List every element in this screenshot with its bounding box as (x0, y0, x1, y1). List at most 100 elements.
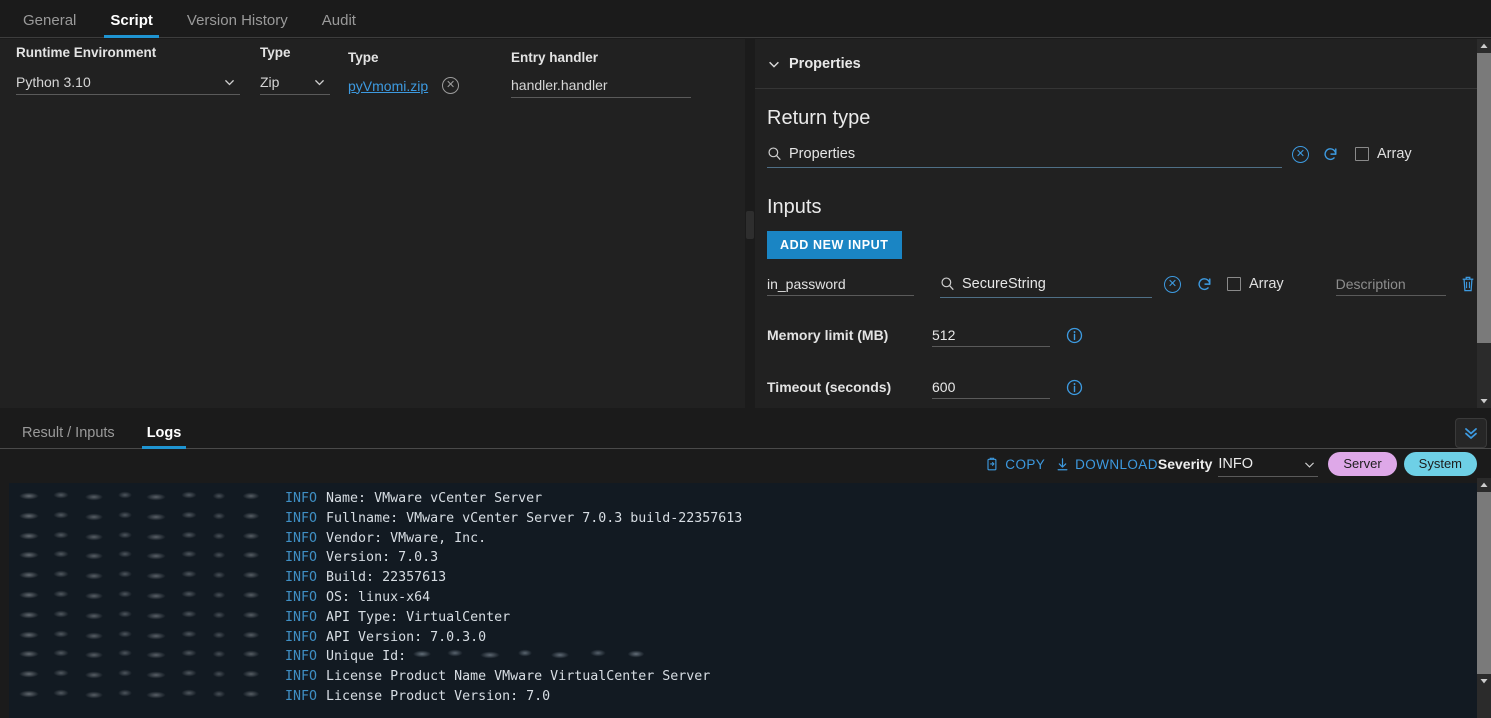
scroll-down-arrow[interactable] (1477, 394, 1491, 408)
redacted-timestamp (19, 588, 277, 601)
entry-handler-input[interactable]: handler.handler (511, 72, 691, 98)
log-line: INFO Name: VMware vCenter Server (19, 489, 1477, 509)
refresh-icon[interactable] (1196, 276, 1213, 293)
inputs-title: Inputs (767, 196, 822, 218)
log-message: OS: linux-x64 (326, 589, 431, 605)
return-type-value: Properties (789, 145, 856, 162)
tab-logs[interactable]: Logs (131, 425, 198, 449)
copy-logs-button[interactable]: COPY (985, 457, 1045, 472)
info-icon[interactable] (1066, 327, 1083, 344)
timeout-row: Timeout (seconds) 600 (755, 347, 1477, 399)
inputs-section: Inputs ADD NEW INPUT in_password SecureS… (755, 168, 1477, 298)
download-logs-button[interactable]: DOWNLOAD (1055, 457, 1158, 472)
chevron-down-icon (769, 61, 779, 68)
clear-return-type-icon[interactable]: ✕ (1292, 145, 1309, 163)
runtime-environment-label: Runtime Environment (16, 45, 157, 60)
download-logs-label: DOWNLOAD (1075, 456, 1158, 472)
redacted-timestamp (19, 628, 277, 641)
input-name-value: in_password (767, 275, 846, 292)
redacted-timestamp (19, 668, 277, 681)
filter-pill-server[interactable]: Server (1328, 452, 1397, 476)
redacted-timestamp (19, 549, 277, 562)
info-icon[interactable] (1066, 379, 1083, 396)
log-line: INFO Build: 22357613 (19, 568, 1477, 588)
redacted-timestamp (19, 490, 277, 502)
return-type-search[interactable]: Properties (767, 140, 1282, 168)
log-scroll-down-arrow[interactable] (1477, 674, 1491, 688)
log-scrollbar[interactable] (1477, 478, 1491, 718)
package-type-select[interactable]: Zip (260, 69, 330, 95)
tab-version-history[interactable]: Version History (170, 13, 305, 37)
properties-scrollbar[interactable] (1477, 39, 1491, 408)
log-level: INFO (285, 589, 318, 605)
memory-limit-input[interactable]: 512 (932, 323, 1050, 347)
input-array-label: Array (1249, 276, 1284, 292)
properties-scrollbar-thumb[interactable] (1477, 53, 1491, 343)
file-type-label: Type (348, 50, 379, 65)
log-level: INFO (285, 510, 318, 526)
delete-input-icon[interactable] (1460, 275, 1476, 293)
entry-handler-field: Entry handler handler.handler (511, 50, 691, 98)
log-level: INFO (285, 629, 318, 645)
tab-script[interactable]: Script (93, 13, 170, 38)
return-type-array-checkbox[interactable] (1355, 147, 1369, 161)
log-level: INFO (285, 570, 318, 586)
redacted-timestamp (19, 687, 277, 700)
log-level: INFO (285, 688, 318, 704)
redacted-value (410, 648, 673, 661)
log-line: INFO OS: linux-x64 (19, 588, 1477, 608)
input-type-search[interactable]: SecureString (940, 270, 1152, 298)
severity-select[interactable]: INFO (1218, 451, 1319, 477)
redacted-timestamp (19, 569, 277, 582)
tab-audit[interactable]: Audit (305, 13, 373, 37)
log-output-frame: INFO Name: VMware vCenter Server INFO Fulln… (0, 478, 1491, 718)
log-output[interactable]: INFO Name: VMware vCenter Server INFO Fulln… (9, 483, 1477, 718)
log-scrollbar-thumb[interactable] (1477, 492, 1491, 674)
script-file-link[interactable]: pyVmomi.zip (348, 78, 428, 94)
log-message: License Product Version: 7.0 (326, 688, 551, 704)
input-row: in_password SecureString ✕ Array Descrip… (767, 270, 1477, 298)
timeout-value: 600 (932, 378, 956, 395)
memory-limit-label: Memory limit (MB) (767, 327, 889, 343)
tab-general[interactable]: General (6, 13, 93, 37)
log-line: INFO API Version: 7.0.3.0 (19, 628, 1477, 648)
memory-limit-value: 512 (932, 326, 956, 343)
log-toolbar: COPY DOWNLOAD Severity INFO Server Syste… (0, 450, 1491, 478)
scroll-up-arrow[interactable] (1477, 39, 1491, 53)
return-type-section: Return type Properties ✕ Array (755, 89, 1477, 168)
copy-icon (987, 457, 997, 470)
log-message: Fullname: VMware vCenter Server 7.0.3 bu… (326, 510, 743, 526)
clear-input-type-icon[interactable]: ✕ (1164, 275, 1181, 293)
log-message: API Type: VirtualCenter (326, 609, 511, 625)
pane-splitter[interactable] (745, 39, 755, 408)
log-message: Version: 7.0.3 (326, 550, 439, 566)
log-level: INFO (285, 649, 318, 665)
script-settings-pane: Runtime Environment Python 3.10 Type Zip… (0, 39, 745, 408)
input-name-field[interactable]: in_password (767, 272, 914, 296)
expand-panel-button[interactable] (1455, 418, 1487, 448)
remove-file-icon[interactable]: ✕ (442, 77, 460, 94)
input-type-value: SecureString (962, 275, 1046, 292)
chevron-down-icon (1305, 462, 1315, 468)
properties-header[interactable]: Properties (755, 39, 1477, 89)
log-line: INFO Version: 7.0.3 (19, 548, 1477, 568)
entry-handler-label: Entry handler (511, 50, 599, 65)
properties-pane: Properties Return type Properties ✕ Arra… (755, 39, 1477, 408)
splitter-grip[interactable] (746, 211, 754, 239)
log-scroll-up-arrow[interactable] (1477, 478, 1491, 492)
redacted-timestamp (19, 509, 277, 522)
timeout-input[interactable]: 600 (932, 375, 1050, 399)
tab-result-inputs[interactable]: Result / Inputs (6, 425, 131, 449)
package-type-field: Type Zip (260, 45, 330, 95)
log-message: Name: VMware vCenter Server (326, 491, 543, 506)
add-new-input-button[interactable]: ADD NEW INPUT (767, 231, 902, 259)
copy-logs-label: COPY (1005, 456, 1046, 472)
runtime-environment-select[interactable]: Python 3.10 (16, 69, 240, 95)
log-line: INFO Unique Id: (19, 647, 1477, 667)
runtime-environment-field: Runtime Environment Python 3.10 (16, 45, 240, 95)
input-array-checkbox[interactable] (1227, 277, 1241, 291)
log-level: INFO (285, 550, 318, 566)
refresh-icon[interactable] (1322, 146, 1339, 163)
filter-pill-system[interactable]: System (1403, 452, 1477, 476)
input-description-field[interactable]: Description (1335, 272, 1446, 296)
